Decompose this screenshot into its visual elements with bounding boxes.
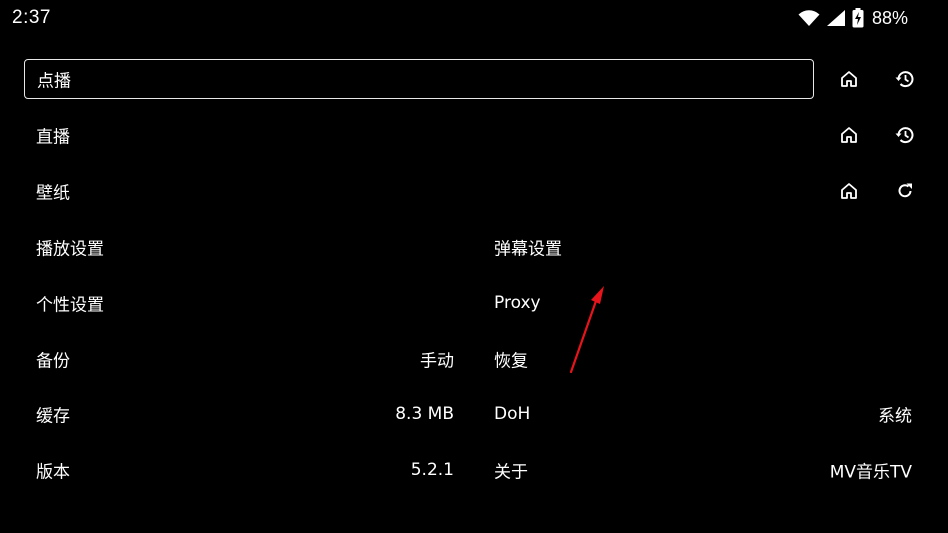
signal-icon [826, 9, 846, 27]
live-label: 直播 [36, 127, 70, 148]
home-icon [841, 71, 857, 87]
backup-value: 手动 [420, 351, 454, 372]
about-item[interactable]: 关于 MV音乐TV [482, 450, 912, 490]
danmaku-settings-label: 弹幕设置 [494, 239, 562, 260]
status-icons: 88% [798, 7, 908, 29]
battery-charging-icon [852, 8, 864, 28]
battery-percentage: 88% [871, 7, 908, 28]
wallpaper-refresh-icon[interactable] [891, 177, 919, 205]
personal-settings-item[interactable]: 个性设置 [24, 283, 454, 323]
cache-value: 8.3 MB [395, 404, 454, 424]
history-icon [895, 127, 914, 144]
doh-label: DoH [494, 404, 531, 424]
wallpaper-label: 壁纸 [36, 183, 70, 204]
cache-item[interactable]: 缓存 8.3 MB [24, 394, 454, 434]
history-icon [895, 71, 914, 88]
about-value: MV音乐TV [829, 462, 912, 483]
live-home-icon[interactable] [835, 121, 863, 149]
home-icon [841, 183, 857, 199]
annotation-arrow-icon [569, 286, 604, 374]
backup-item[interactable]: 备份 手动 [24, 339, 454, 379]
personal-settings-label: 个性设置 [36, 295, 104, 316]
doh-item[interactable]: DoH 系统 [482, 394, 912, 434]
wallpaper-row[interactable]: 壁纸 [24, 171, 814, 211]
playback-settings-item[interactable]: 播放设置 [24, 227, 454, 267]
backup-label: 备份 [36, 351, 70, 372]
vod-home-icon[interactable] [835, 65, 863, 93]
vod-label: 点播 [37, 71, 71, 92]
vod-history-icon[interactable] [891, 65, 919, 93]
status-bar: 2:37 88% [0, 0, 948, 36]
version-item[interactable]: 版本 5.2.1 [24, 450, 454, 490]
restore-label: 恢复 [494, 351, 528, 372]
doh-value: 系统 [878, 406, 912, 427]
version-value: 5.2.1 [410, 460, 454, 480]
cache-label: 缓存 [36, 406, 70, 427]
live-row[interactable]: 直播 [24, 115, 814, 155]
about-label: 关于 [494, 462, 528, 483]
restore-item[interactable]: 恢复 [482, 339, 912, 379]
vod-row[interactable]: 点播 [24, 59, 814, 99]
version-label: 版本 [36, 462, 70, 483]
playback-settings-label: 播放设置 [36, 239, 104, 260]
refresh-icon [898, 183, 912, 198]
status-time: 2:37 [12, 7, 51, 28]
wifi-icon [798, 9, 820, 27]
wallpaper-home-icon[interactable] [835, 177, 863, 205]
live-history-icon[interactable] [891, 121, 919, 149]
proxy-label: Proxy [494, 293, 541, 313]
danmaku-settings-item[interactable]: 弹幕设置 [482, 227, 912, 267]
home-icon [841, 127, 857, 143]
proxy-item[interactable]: Proxy [482, 283, 912, 323]
